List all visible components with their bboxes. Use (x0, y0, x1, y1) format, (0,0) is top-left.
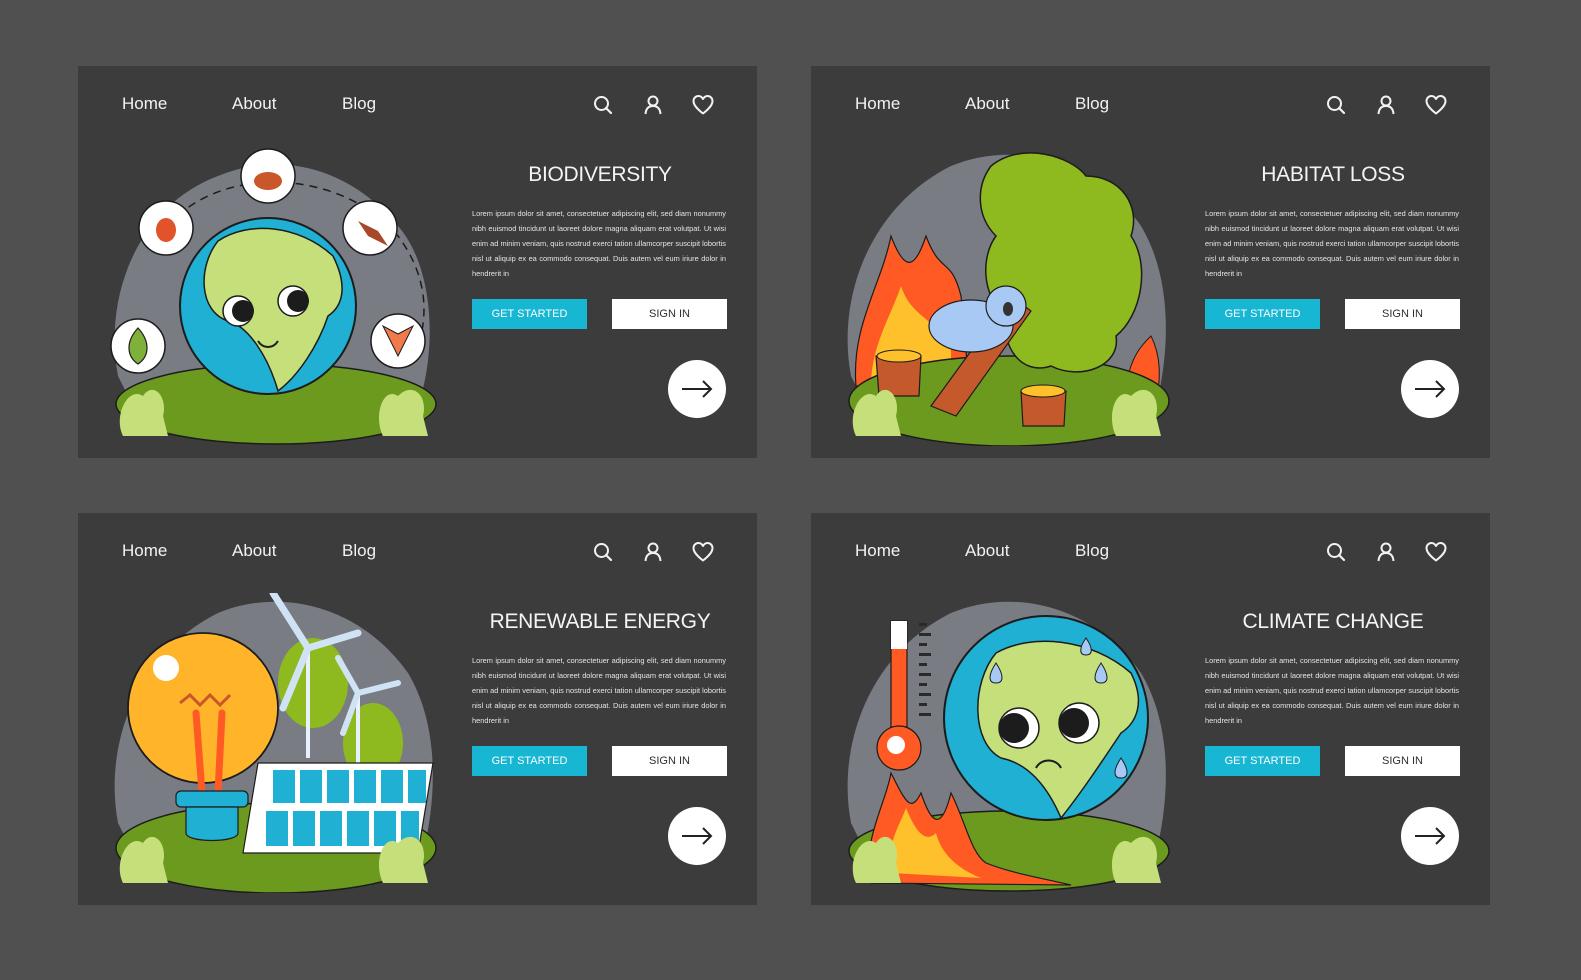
search-icon[interactable] (1324, 93, 1348, 117)
illustration-climate-change (847, 601, 1170, 892)
top-nav: Home About Blog (122, 94, 422, 114)
nav-blog[interactable]: Blog (342, 94, 422, 114)
nav-about[interactable]: About (232, 541, 342, 561)
nav-icons (1324, 93, 1448, 117)
card-body-text: Lorem ipsum dolor sit amet, consectetuer… (472, 656, 726, 725)
sign-in-button[interactable]: SIGN IN (1345, 299, 1460, 329)
get-started-button[interactable]: GET STARTED (472, 746, 587, 776)
sign-in-button[interactable]: SIGN IN (1345, 746, 1460, 776)
card-title: CLIMATE CHANGE (1242, 610, 1424, 633)
nav-blog[interactable]: Blog (342, 541, 422, 561)
user-icon[interactable] (641, 93, 665, 117)
arrow-right-icon (1413, 379, 1447, 399)
card-body-text: Lorem ipsum dolor sit amet, consectetuer… (1205, 209, 1459, 278)
user-icon[interactable] (641, 540, 665, 564)
heart-icon[interactable] (1424, 93, 1448, 117)
user-icon[interactable] (1374, 540, 1398, 564)
card-body-text: Lorem ipsum dolor sit amet, consectetuer… (472, 209, 726, 278)
arrow-right-icon (1413, 826, 1447, 846)
card-title: HABITAT LOSS (1261, 163, 1405, 186)
search-icon[interactable] (591, 93, 615, 117)
card-habitat-loss: Home About Blog HABITAT LOSS Lorem ipsum… (811, 66, 1490, 458)
nav-home[interactable]: Home (122, 94, 232, 114)
search-icon[interactable] (591, 540, 615, 564)
card-title: BIODIVERSITY (528, 163, 672, 186)
nav-home[interactable]: Home (855, 541, 965, 561)
next-arrow-button[interactable] (1401, 807, 1459, 865)
get-started-button[interactable]: GET STARTED (472, 299, 587, 329)
get-started-button[interactable]: GET STARTED (1205, 746, 1320, 776)
nav-about[interactable]: About (965, 541, 1075, 561)
card-renewable-energy: Home About Blog RENEWABLE ENERGY Lorem i… (78, 513, 757, 905)
next-arrow-button[interactable] (668, 807, 726, 865)
nav-about[interactable]: About (965, 94, 1075, 114)
nav-blog[interactable]: Blog (1075, 94, 1155, 114)
heart-icon[interactable] (1424, 540, 1448, 564)
next-arrow-button[interactable] (668, 360, 726, 418)
card-body-text: Lorem ipsum dolor sit amet, consectetuer… (1205, 656, 1459, 725)
nav-about[interactable]: About (232, 94, 342, 114)
top-nav: Home About Blog (122, 541, 422, 561)
top-nav: Home About Blog (855, 94, 1155, 114)
get-started-button[interactable]: GET STARTED (1205, 299, 1320, 329)
nav-icons (591, 540, 715, 564)
arrow-right-icon (680, 379, 714, 399)
illustration-earth-species (110, 148, 437, 445)
sign-in-button[interactable]: SIGN IN (612, 746, 727, 776)
card-title: RENEWABLE ENERGY (489, 610, 711, 633)
card-climate-change: Home About Blog CLIMATE CHANGE Lorem ips… (811, 513, 1490, 905)
search-icon[interactable] (1324, 540, 1348, 564)
top-nav: Home About Blog (855, 541, 1155, 561)
user-icon[interactable] (1374, 93, 1398, 117)
nav-icons (1324, 540, 1448, 564)
next-arrow-button[interactable] (1401, 360, 1459, 418)
sign-in-button[interactable]: SIGN IN (612, 299, 727, 329)
illustration-habitat-loss (847, 152, 1170, 446)
heart-icon[interactable] (691, 540, 715, 564)
card-biodiversity: Home About Blog BIODIVERSITY Lorem ipsum… (78, 66, 757, 458)
illustration-renewable-energy (114, 593, 437, 893)
nav-icons (591, 93, 715, 117)
nav-home[interactable]: Home (855, 94, 965, 114)
nav-home[interactable]: Home (122, 541, 232, 561)
nav-blog[interactable]: Blog (1075, 541, 1155, 561)
heart-icon[interactable] (691, 93, 715, 117)
arrow-right-icon (680, 826, 714, 846)
